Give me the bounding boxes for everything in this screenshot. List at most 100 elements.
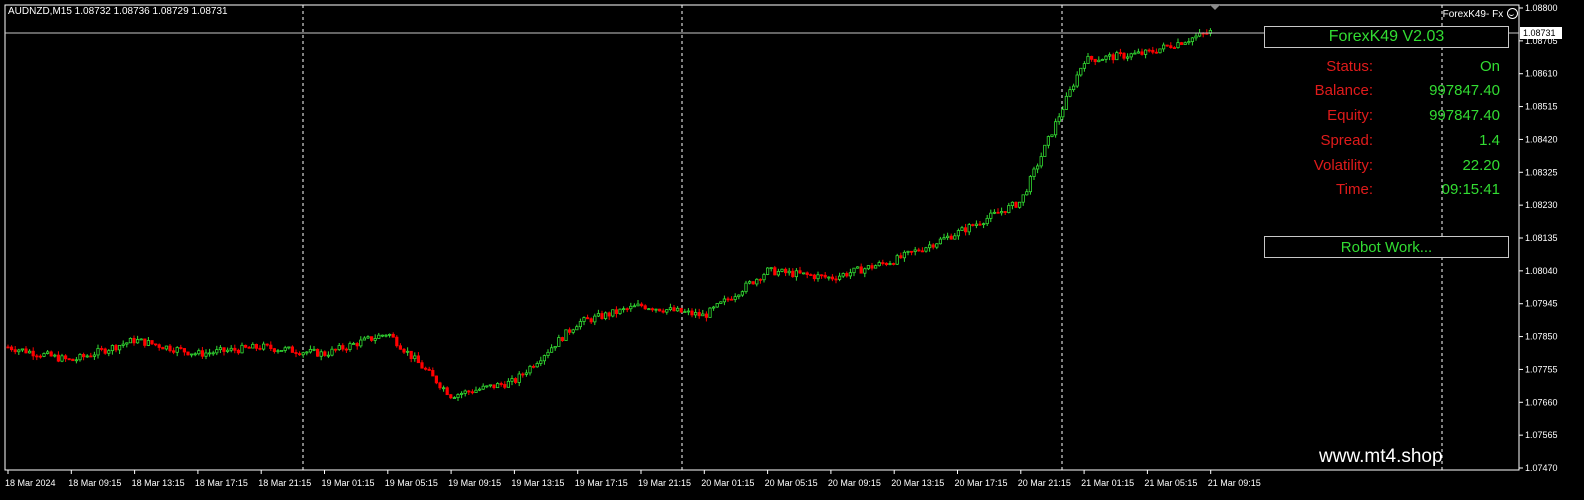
candle-body [809, 274, 813, 276]
candle-body [53, 354, 57, 357]
candle-body [261, 343, 266, 350]
candle-body [1183, 42, 1187, 45]
candle-body [798, 270, 802, 274]
candle-body [283, 347, 287, 351]
candle-body [1079, 67, 1083, 76]
candle-body [416, 355, 421, 364]
candle-body [1086, 55, 1090, 64]
candle-body [380, 334, 385, 337]
candle-body [1090, 55, 1094, 60]
candle-body [668, 307, 673, 310]
candle-body [989, 212, 993, 219]
x-tick-label: 18 Mar 13:15 [132, 478, 185, 488]
candle-body [391, 333, 395, 338]
candle-body [319, 351, 323, 357]
candle-body [409, 350, 413, 360]
candle-body [870, 265, 874, 269]
candle-body [481, 385, 485, 390]
x-tick-label: 19 Mar 01:15 [322, 478, 375, 488]
candle-body [931, 244, 935, 248]
price-axis[interactable]: 1.088001.087051.086101.085151.084201.083… [1519, 3, 1558, 473]
candle-body [6, 346, 10, 349]
candle-body [1014, 201, 1018, 208]
candle-body [578, 321, 583, 328]
candle-body [200, 350, 204, 357]
candle-body [568, 329, 572, 333]
candle-body [110, 345, 114, 352]
smiley-icon[interactable] [1507, 8, 1518, 19]
candle-body [240, 344, 244, 354]
candle-body [856, 266, 860, 269]
candle-body [42, 353, 46, 357]
candle-body [1158, 48, 1162, 54]
candle-body [71, 358, 75, 362]
candle-body [1039, 156, 1043, 167]
symbol-header: AUDNZD,M15 1.08732 1.08736 1.08729 1.087… [8, 6, 228, 17]
candle-body [171, 350, 176, 353]
candle-body [175, 347, 179, 353]
candle-body [830, 276, 835, 280]
volatility-row: Volatility: 22.20 [1264, 157, 1509, 181]
candle-body [744, 282, 748, 293]
robot-status-box: Robot Work... [1264, 236, 1509, 258]
candle-body [1140, 51, 1144, 55]
candle-body [888, 263, 892, 266]
candle-body [726, 298, 730, 301]
candle-body [600, 313, 604, 319]
candle-body [528, 365, 532, 374]
candle-body [179, 347, 183, 349]
time-axis[interactable]: 18 Mar 2024 18 Mar 09:15 18 Mar 13:15 18 Ma… [5, 470, 1261, 488]
candle-body [387, 333, 392, 336]
candle-body [1093, 58, 1097, 63]
candle-body [1108, 54, 1112, 57]
x-tick-label: 19 Mar 09:15 [448, 478, 501, 488]
candle-body [168, 345, 172, 352]
candle-body [125, 342, 129, 345]
time-value: 09:15:41 [1441, 181, 1500, 198]
candle-body [204, 352, 208, 357]
candle-body [1003, 211, 1007, 213]
candle-body [305, 351, 309, 354]
x-tick-label: 19 Mar 05:15 [385, 478, 438, 488]
candle-body [1082, 63, 1086, 69]
candle-body [1068, 89, 1072, 97]
candle-body [24, 348, 28, 354]
candle-body [139, 338, 143, 341]
candle-body [892, 263, 896, 265]
candle-body [297, 353, 302, 356]
y-tick-label: 1.07945 [1525, 299, 1558, 309]
candle-body [247, 346, 251, 349]
x-tick-label: 20 Mar 17:15 [955, 478, 1008, 488]
candle-body [121, 343, 125, 346]
candle-body [845, 273, 849, 277]
price-chart[interactable]: 1.08800 1.08705 1.08610 1.08515 1.08420 1.083… [0, 0, 1584, 500]
candle-body [67, 358, 71, 361]
candle-body [355, 343, 359, 347]
ea-name-label[interactable]: ForexK49- Fx [1443, 8, 1518, 20]
candle-body [715, 303, 719, 308]
candle-body [333, 348, 338, 351]
candle-body [683, 311, 687, 313]
candle-body [499, 383, 503, 385]
candle-body [524, 372, 529, 375]
candle-body [13, 349, 17, 353]
candle-body [1097, 59, 1101, 63]
candle-body [474, 389, 478, 393]
candle-body [265, 343, 269, 346]
candle-body [445, 387, 449, 396]
candle-body [1118, 52, 1122, 55]
candle-body [373, 338, 377, 341]
x-tick-label: 18 Mar 09:15 [68, 478, 121, 488]
candle-body [294, 352, 298, 354]
candle-body [35, 355, 39, 358]
x-tick-label: 21 Mar 05:15 [1144, 478, 1197, 488]
candle-body [1054, 121, 1058, 136]
candle-body [290, 346, 295, 353]
ea-name-text: ForexK49- Fx [1442, 9, 1504, 20]
candle-body [971, 224, 975, 227]
candle-body [17, 349, 21, 353]
candle-body [517, 373, 521, 383]
candle-body [784, 268, 788, 274]
candle-body [233, 347, 237, 351]
candle-body [722, 298, 727, 303]
